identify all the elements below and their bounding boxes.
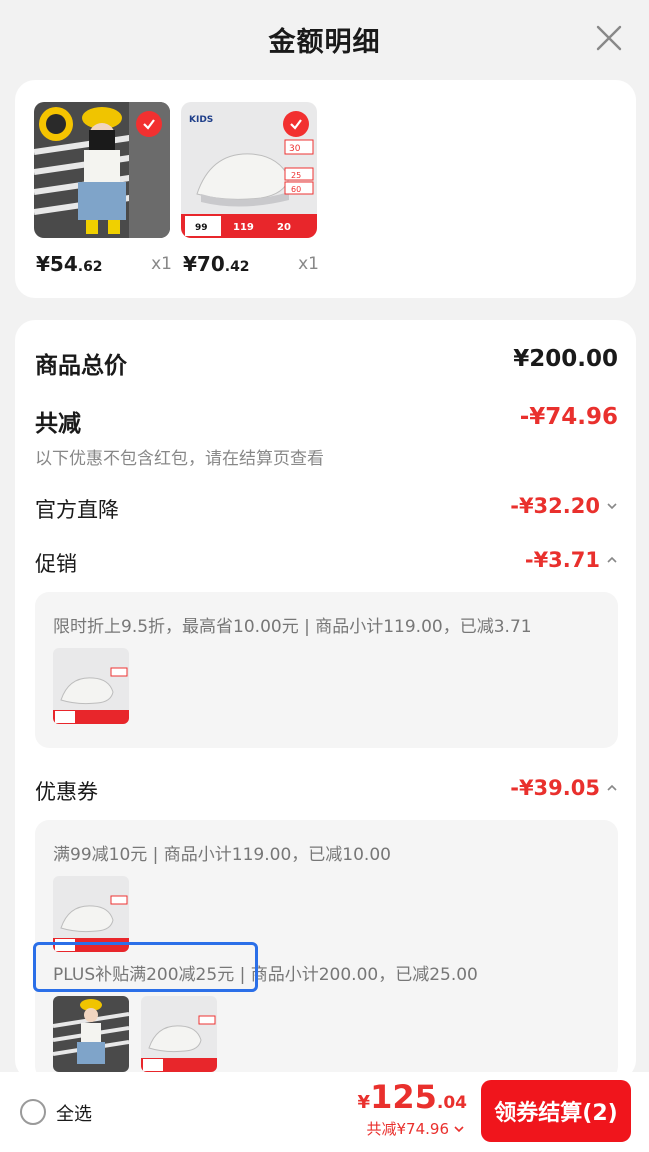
svg-text:20: 20 [277, 222, 291, 233]
total-price-value: ¥200.00 [513, 346, 618, 372]
chevron-up-icon [607, 784, 617, 791]
promo-discount-value: -¥3.71 [525, 548, 618, 572]
promo-detail-text: 限时折上9.5折，最高省10.00元 | 商品小计119.00，已减3.71 [53, 617, 532, 637]
promo-discount-label: 促销 [35, 552, 77, 576]
page-title: 金额明细 [268, 27, 381, 58]
official-discount-value: -¥32.20 [510, 494, 618, 518]
coupon-detail-text-1: 满99减10元 | 商品小计119.00，已减10.00 [53, 845, 391, 865]
product-price-1: ¥54.62 [36, 252, 103, 276]
svg-text:25: 25 [291, 171, 301, 180]
chevron-down-icon [454, 1125, 464, 1132]
chevron-down-icon [607, 503, 617, 510]
close-button[interactable] [593, 22, 625, 54]
product-qty-2: x1 [298, 254, 319, 274]
official-discount-row[interactable]: 官方直降 -¥32.20 [35, 494, 618, 524]
reduce-value: -¥74.96 [519, 404, 618, 430]
coupon-discount-row[interactable]: 优惠券 -¥39.05 [35, 776, 618, 806]
coupon-discount-value: -¥39.05 [510, 776, 618, 800]
promo-discount-row[interactable]: 促销 -¥3.71 [35, 548, 618, 578]
coupon-product-thumbnail-shoe [141, 996, 217, 1072]
product-item-1[interactable]: ¥54.62 x1 [34, 102, 172, 276]
redpacket-note: 以下优惠不包含红包，请在结算页查看 [35, 449, 324, 469]
total-amount: ¥125.04 [357, 1078, 467, 1116]
promo-product-thumbnail [53, 648, 129, 724]
official-discount-label: 官方直降 [35, 498, 119, 522]
coupon-product-thumbnail-1 [53, 876, 129, 952]
selected-check-icon[interactable] [136, 111, 162, 137]
select-all-radio[interactable] [20, 1099, 46, 1125]
reduce-row: 共减 -¥74.96 [35, 404, 618, 438]
highlight-box [33, 942, 258, 992]
product-card: ¥54.62 x1 KIDS 30 25 60 99 119 20 ¥70.42… [15, 80, 636, 298]
bottom-bar: 全选 ¥125.04 共减¥74.96 领券结算(2) [0, 1072, 649, 1152]
coupon-discount-label: 优惠券 [35, 780, 98, 804]
amount-detail-sheet: 金额明细 ¥54.62 x1 KIDS 30 25 60 99 119 20 ¥… [0, 0, 649, 1152]
kids-logo-text: KIDS [189, 115, 213, 125]
product-price-2: ¥70.42 [183, 252, 250, 276]
reduce-label: 共减 [35, 411, 81, 437]
product-thumbnail-shoe: KIDS 30 25 60 99 119 20 [181, 102, 317, 238]
product-thumbnail-girl [34, 102, 170, 238]
selected-check-icon[interactable] [283, 111, 309, 137]
header: 金额明细 [0, 0, 649, 78]
saved-amount-toggle[interactable]: 共减¥74.96 [367, 1118, 466, 1139]
promo-detail-panel: 限时折上9.5折，最高省10.00元 | 商品小计119.00，已减3.71 [35, 592, 618, 748]
total-price-label: 商品总价 [35, 353, 127, 379]
coupon-product-thumbnail-girl [53, 996, 129, 1072]
checkout-button[interactable]: 领券结算(2) [481, 1080, 631, 1142]
total-price-row: 商品总价 ¥200.00 [35, 346, 618, 380]
product-item-2[interactable]: KIDS 30 25 60 99 119 20 ¥70.42 x1 [181, 102, 319, 276]
svg-text:119: 119 [233, 222, 254, 233]
svg-text:99: 99 [195, 223, 208, 233]
close-icon [596, 25, 622, 51]
svg-text:30: 30 [289, 144, 301, 154]
product-qty-1: x1 [151, 254, 172, 274]
chevron-up-icon [607, 556, 617, 563]
svg-text:60: 60 [291, 185, 301, 194]
select-all-label[interactable]: 全选 [56, 1100, 92, 1126]
